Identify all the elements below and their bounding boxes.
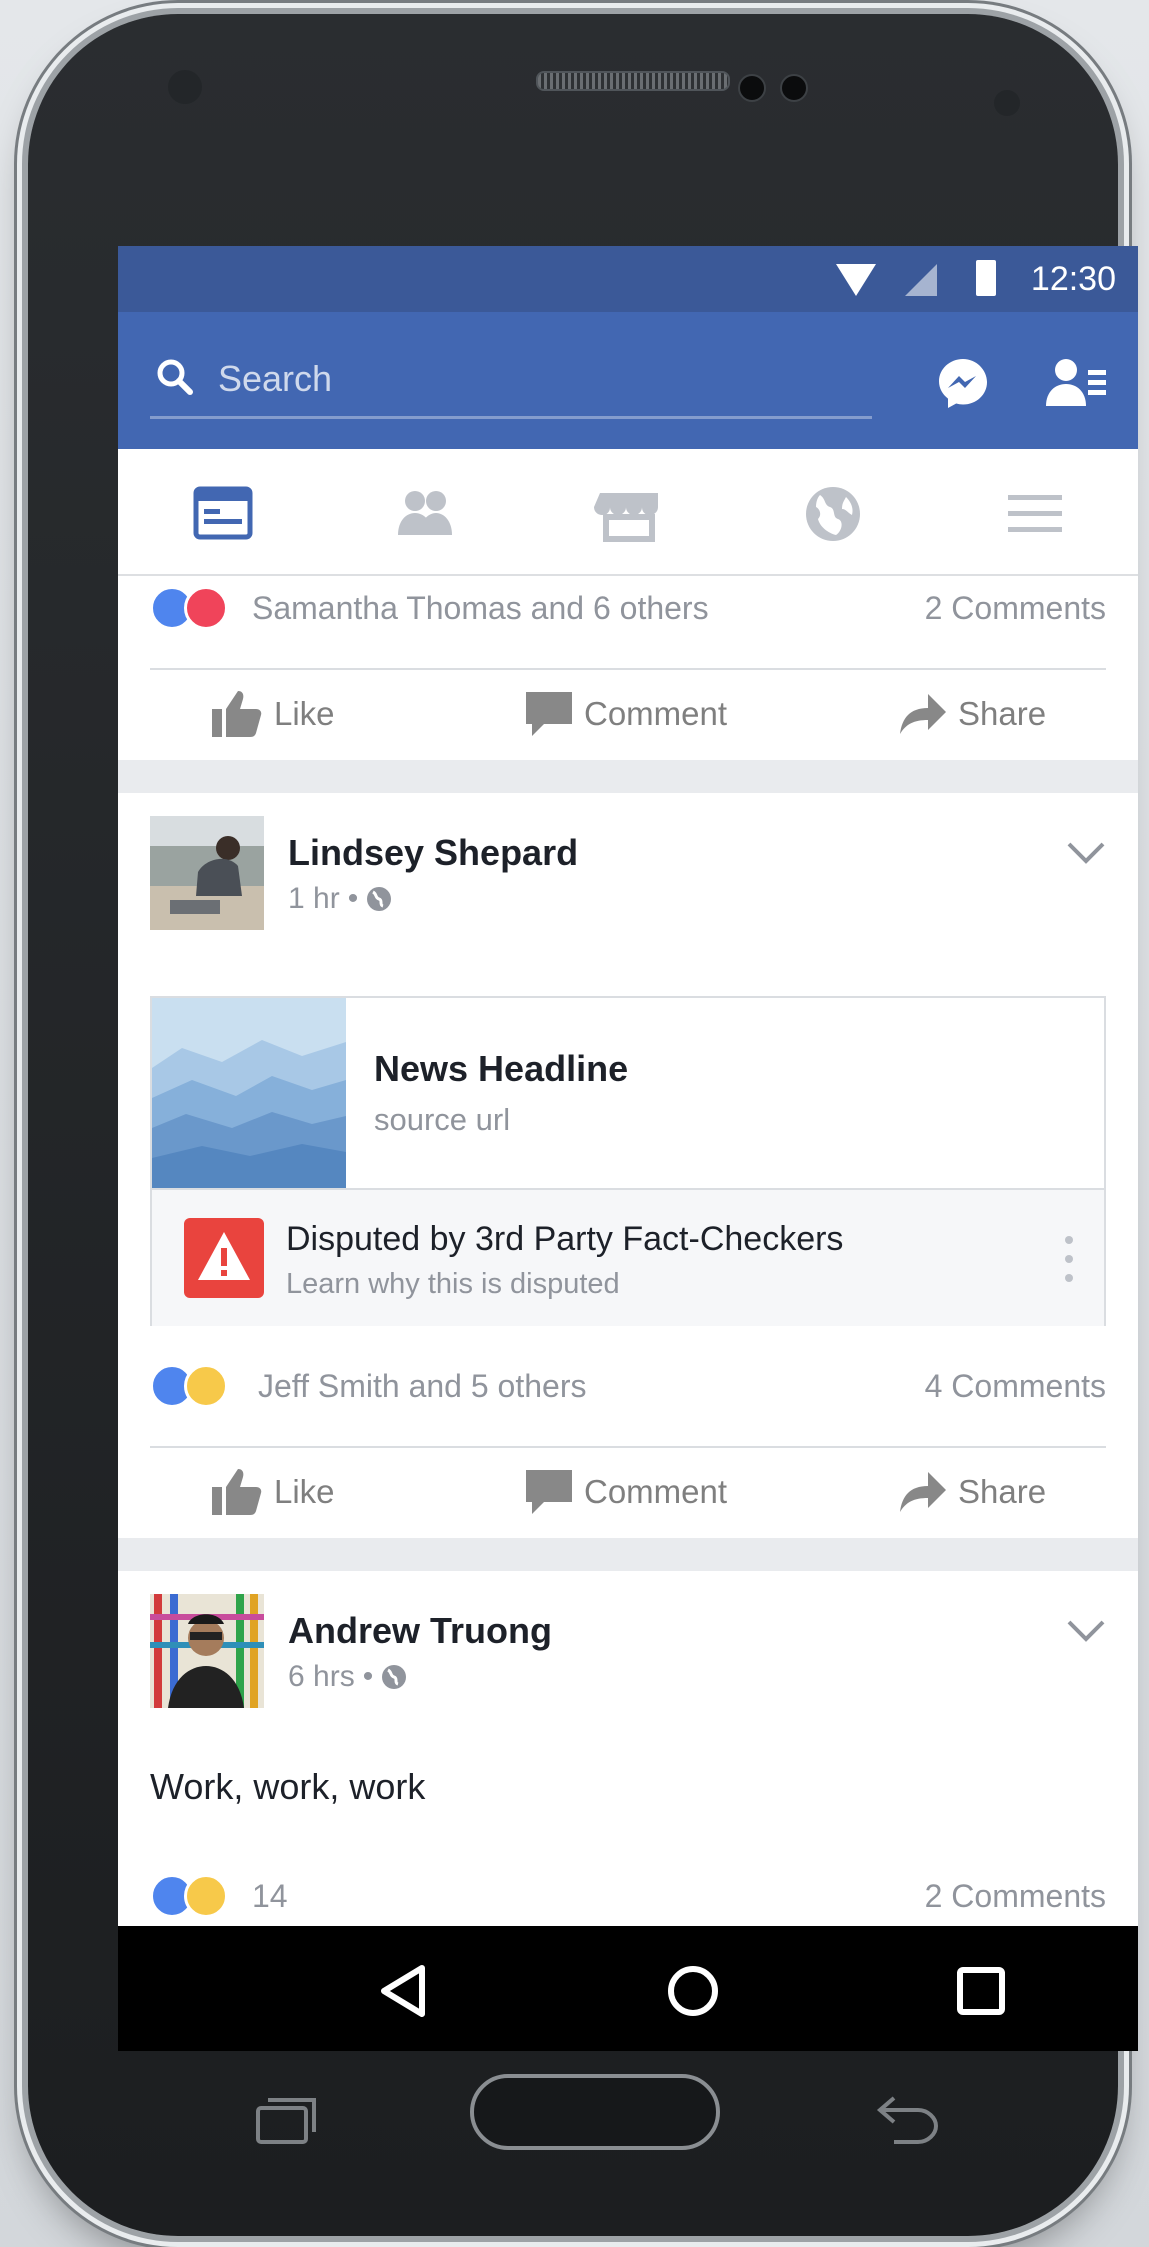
divider <box>150 1446 1106 1448</box>
phone-frame: 12:30 Search Samantha Thomas and 6 other… <box>28 14 1138 2236</box>
android-nav-bar <box>118 1926 1138 2051</box>
feed-separator <box>118 760 1138 793</box>
wow-reaction-icon <box>184 1364 228 1408</box>
comment-icon <box>526 1470 572 1514</box>
reactions-summary[interactable]: Jeff Smith and 5 others 4 Comments <box>150 1362 1106 1412</box>
wifi-icon <box>836 264 876 296</box>
share-label: Share <box>958 695 1047 732</box>
reactions-summary[interactable]: Samantha Thomas and 6 others 2 Comments <box>150 584 1106 634</box>
back-icon[interactable] <box>370 1956 440 2026</box>
hardware-recents-icon[interactable] <box>254 2094 318 2146</box>
share-button[interactable]: Share <box>900 1452 1046 1532</box>
comment-button[interactable]: Comment <box>526 674 727 754</box>
app-bar <box>118 312 1138 449</box>
dispute-learn-more[interactable]: Learn why this is disputed <box>286 1268 620 1301</box>
public-globe-icon <box>367 887 392 911</box>
disputed-banner[interactable]: Disputed by 3rd Party Fact-Checkers Lear… <box>152 1188 1104 1326</box>
dispute-title: Disputed by 3rd Party Fact-Checkers <box>286 1220 844 1258</box>
thumbs-up-icon <box>212 1469 262 1515</box>
post-actions: Like Comment Share <box>118 674 1138 754</box>
front-sensor <box>780 74 808 102</box>
share-label: Share <box>958 1473 1047 1510</box>
more-options-icon[interactable] <box>1064 1234 1074 1284</box>
light-sensor <box>994 90 1020 116</box>
signal-icon <box>905 264 937 296</box>
avatar[interactable] <box>150 1594 264 1708</box>
post-author[interactable]: Lindsey Shepard <box>288 832 578 874</box>
tab-bar <box>118 449 1138 576</box>
status-bar: 12:30 <box>118 246 1138 312</box>
search-icon <box>157 359 193 395</box>
search-input[interactable] <box>216 356 820 402</box>
post-author[interactable]: Andrew Truong <box>288 1610 552 1652</box>
divider <box>150 668 1106 670</box>
love-reaction-icon <box>184 586 228 630</box>
link-thumbnail <box>152 998 346 1188</box>
phone-screen: 12:30 Search Samantha Thomas and 6 other… <box>118 246 1138 2051</box>
comment-label: Comment <box>584 1473 728 1510</box>
proximity-sensor <box>168 70 202 104</box>
meta-separator: • <box>347 882 359 915</box>
like-label: Like <box>274 1473 335 1510</box>
share-icon <box>900 1472 946 1512</box>
home-icon[interactable] <box>658 1956 728 2026</box>
battery-icon <box>976 260 996 296</box>
friends-icon[interactable] <box>390 479 460 549</box>
link-source: source url <box>374 1102 511 1137</box>
haha-reaction-icon <box>184 1874 228 1918</box>
post-meta: 1 hr • <box>288 882 392 916</box>
share-icon <box>900 694 946 734</box>
chevron-down-icon[interactable] <box>1066 1618 1106 1644</box>
comments-count[interactable]: 2 Comments <box>925 1878 1106 1915</box>
marketplace-icon[interactable] <box>594 479 664 549</box>
notifications-globe-icon[interactable] <box>798 479 868 549</box>
reactions-text: Samantha Thomas and 6 others <box>252 590 709 626</box>
feed-separator <box>118 1538 1138 1571</box>
front-camera <box>738 74 766 102</box>
share-button[interactable]: Share <box>900 674 1046 754</box>
link-headline: News Headline <box>374 1048 629 1089</box>
post-body: Work, work, work <box>150 1766 426 1807</box>
menu-icon[interactable] <box>1000 479 1070 549</box>
friend-requests-icon[interactable] <box>1046 356 1108 410</box>
like-label: Like <box>274 695 335 732</box>
like-button[interactable]: Like <box>212 674 335 754</box>
hardware-home-button[interactable] <box>470 2074 720 2150</box>
post-time[interactable]: 1 hr <box>288 882 340 916</box>
meta-separator: • <box>362 1660 374 1693</box>
comments-count[interactable]: 2 Comments <box>925 590 1106 627</box>
post-time[interactable]: 6 hrs <box>288 1660 355 1694</box>
chevron-down-icon[interactable] <box>1066 840 1106 866</box>
like-button[interactable]: Like <box>212 1452 335 1532</box>
reactions-summary[interactable]: 14 2 Comments <box>150 1872 1106 1922</box>
status-time: 12:30 <box>1030 260 1116 298</box>
messenger-icon[interactable] <box>936 356 990 410</box>
comment-button[interactable]: Comment <box>526 1452 727 1532</box>
reactions-count: 14 <box>252 1878 288 1914</box>
shared-link-card[interactable]: News Headline source url Disputed by 3rd… <box>150 996 1106 1326</box>
post-actions: Like Comment Share <box>118 1452 1138 1532</box>
recents-icon[interactable] <box>946 1956 1016 2026</box>
public-globe-icon <box>382 1665 407 1689</box>
thumbs-up-icon <box>212 691 262 737</box>
avatar[interactable] <box>150 816 264 930</box>
reactions-text: Jeff Smith and 5 others <box>258 1368 587 1404</box>
hardware-back-icon[interactable] <box>874 2092 942 2148</box>
news-feed-icon[interactable] <box>188 479 258 549</box>
post-meta: 6 hrs • <box>288 1660 407 1694</box>
earpiece-speaker <box>536 71 730 91</box>
comment-label: Comment <box>584 695 728 732</box>
comment-icon <box>526 692 572 736</box>
warning-icon <box>184 1218 264 1298</box>
comments-count[interactable]: 4 Comments <box>925 1368 1106 1405</box>
search-bar[interactable] <box>150 340 872 419</box>
